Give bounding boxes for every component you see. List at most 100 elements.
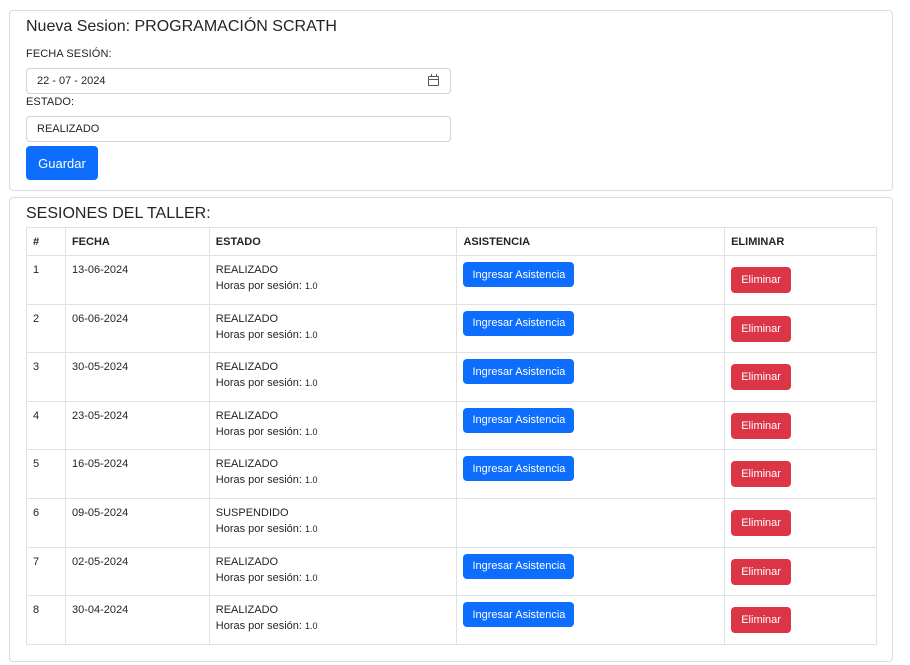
ingresar-asistencia-button[interactable]: Ingresar Asistencia (463, 456, 575, 482)
header-estado: ESTADO (208, 227, 458, 256)
hours-value: 1.0 (305, 378, 318, 389)
eliminar-button[interactable]: Eliminar (731, 607, 792, 634)
row-asistencia-cell: Ingresar Asistencia (456, 400, 726, 451)
row-estado-cell: REALIZADO Horas por sesión: 1.0 (208, 449, 458, 499)
hours-label: Horas por sesión: (215, 377, 302, 390)
hours-label: Horas por sesión: (215, 522, 302, 535)
eliminar-button[interactable]: Eliminar (731, 267, 792, 293)
row-estado: SUSPENDIDO (215, 506, 289, 519)
table-row: 1 13-06-2024 REALIZADO Horas por sesión: 1.… (26, 255, 877, 305)
row-estado-cell: REALIZADO Horas por sesión: 1.0 (208, 352, 458, 402)
save-button[interactable]: Guardar (26, 146, 98, 180)
row-estado: REALIZADO (215, 409, 279, 422)
row-hours: Horas por sesión: 1.0 (216, 572, 451, 584)
row-estado: REALIZADO (215, 361, 279, 374)
row-eliminar-cell: Eliminar (724, 449, 877, 499)
hours-label: Horas por sesión: (215, 425, 302, 438)
table-row: 7 02-05-2024 REALIZADO Horas por sesión: 1.… (26, 546, 877, 597)
table-row: 4 23-05-2024 REALIZADO Horas por sesión: 1.… (26, 400, 877, 451)
row-fecha: 23-05-2024 (64, 400, 210, 451)
row-estado-cell: REALIZADO Horas por sesión: 1.0 (208, 546, 458, 597)
row-estado-cell: REALIZADO Horas por sesión: 1.0 (208, 400, 458, 451)
ingresar-asistencia-button[interactable]: Ingresar Asistencia (463, 359, 575, 385)
row-eliminar-cell: Eliminar (724, 400, 877, 451)
ingresar-asistencia-button[interactable]: Ingresar Asistencia (463, 553, 575, 579)
eliminar-button[interactable]: Eliminar (731, 315, 792, 342)
row-eliminar-cell: Eliminar (724, 352, 877, 402)
row-asistencia-cell: Ingresar Asistencia (456, 352, 726, 402)
sessions-card: SESIONES DEL TALLER: # FECHA ESTADO ASIS… (9, 197, 893, 662)
hours-value: 1.0 (305, 329, 318, 340)
row-estado: REALIZADO (215, 458, 279, 471)
eliminar-button[interactable]: Eliminar (731, 364, 792, 391)
row-asistencia-cell: Ingresar Asistencia (456, 595, 726, 645)
row-estado: REALIZADO (215, 555, 279, 568)
header-fecha: FECHA (64, 227, 210, 256)
row-num: 6 (26, 497, 66, 548)
sessions-title: SESIONES DEL TALLER: (26, 205, 211, 222)
row-hours: Horas por sesión: 1.0 (216, 377, 451, 389)
hours-value: 1.0 (305, 572, 318, 583)
row-estado: REALIZADO (215, 312, 279, 325)
row-asistencia-cell: Ingresar Asistencia (456, 303, 726, 354)
hours-value: 1.0 (305, 621, 318, 632)
eliminar-button[interactable]: Eliminar (731, 461, 792, 488)
row-hours: Horas por sesión: 1.0 (216, 329, 451, 341)
row-eliminar-cell: Eliminar (724, 595, 877, 645)
row-hours: Horas por sesión: 1.0 (216, 280, 451, 292)
row-estado-cell: REALIZADO Horas por sesión: 1.0 (208, 303, 458, 354)
header-eliminar: ELIMINAR (724, 227, 877, 256)
eliminar-button[interactable]: Eliminar (731, 509, 792, 536)
row-num: 8 (26, 595, 66, 645)
row-hours: Horas por sesión: 1.0 (216, 426, 451, 438)
ingresar-asistencia-button[interactable]: Ingresar Asistencia (463, 602, 575, 628)
table-header-row: # FECHA ESTADO ASISTENCIA ELIMINAR (26, 227, 877, 256)
row-hours: Horas por sesión: 1.0 (216, 620, 451, 632)
ingresar-asistencia-button[interactable]: Ingresar Asistencia (463, 262, 575, 287)
hours-value: 1.0 (305, 426, 318, 437)
fecha-date-input[interactable]: 22 - 07 - 2024 (26, 68, 451, 94)
row-fecha: 06-06-2024 (64, 303, 210, 354)
row-fecha: 16-05-2024 (64, 449, 210, 499)
eliminar-button[interactable]: Eliminar (731, 558, 792, 585)
hours-value: 1.0 (305, 475, 318, 486)
table-row: 6 09-05-2024 SUSPENDIDO Horas por sesión: 1… (26, 497, 877, 548)
row-estado-cell: SUSPENDIDO Horas por sesión: 1.0 (208, 497, 458, 548)
calendar-icon[interactable] (428, 74, 439, 86)
row-fecha: 30-05-2024 (64, 352, 210, 402)
hours-label: Horas por sesión: (215, 280, 302, 292)
row-estado-cell: REALIZADO Horas por sesión: 1.0 (208, 595, 458, 645)
new-session-card: Nueva Sesion: PROGRAMACIÓN SCRATH FECHA … (9, 10, 893, 191)
row-asistencia-cell: Ingresar Asistencia (456, 449, 726, 499)
row-hours: Horas por sesión: 1.0 (216, 474, 451, 486)
row-fecha: 30-04-2024 (64, 595, 210, 645)
row-eliminar-cell: Eliminar (724, 546, 877, 597)
row-asistencia-cell: Ingresar Asistencia (456, 255, 726, 305)
row-hours: Horas por sesión: 1.0 (216, 523, 451, 535)
eliminar-button[interactable]: Eliminar (731, 412, 792, 439)
row-estado-cell: REALIZADO Horas por sesión: 1.0 (208, 255, 458, 305)
row-num: 5 (26, 449, 66, 499)
new-session-title: Nueva Sesion: PROGRAMACIÓN SCRATH (26, 18, 337, 35)
row-eliminar-cell: Eliminar (724, 303, 877, 354)
fecha-value: 22 - 07 - 2024 (37, 75, 106, 87)
ingresar-asistencia-button[interactable]: Ingresar Asistencia (463, 407, 575, 433)
row-num: 3 (26, 352, 66, 402)
row-num: 4 (26, 400, 66, 451)
fecha-label: FECHA SESIÓN: (26, 48, 112, 60)
row-num: 2 (26, 303, 66, 354)
row-num: 1 (26, 255, 66, 305)
row-eliminar-cell: Eliminar (724, 255, 877, 305)
row-eliminar-cell: Eliminar (724, 497, 877, 548)
ingresar-asistencia-button[interactable]: Ingresar Asistencia (463, 310, 575, 336)
row-fecha: 13-06-2024 (64, 255, 210, 305)
sessions-table: # FECHA ESTADO ASISTENCIA ELIMINAR 1 13-0… (26, 227, 877, 645)
row-fecha: 09-05-2024 (64, 497, 210, 548)
header-asistencia: ASISTENCIA (456, 227, 726, 256)
estado-input[interactable]: REALIZADO (26, 116, 451, 142)
row-fecha: 02-05-2024 (64, 546, 210, 597)
hours-label: Horas por sesión: (215, 474, 302, 487)
hours-label: Horas por sesión: (215, 620, 302, 633)
hours-value: 1.0 (305, 523, 318, 534)
row-num: 7 (26, 546, 66, 597)
